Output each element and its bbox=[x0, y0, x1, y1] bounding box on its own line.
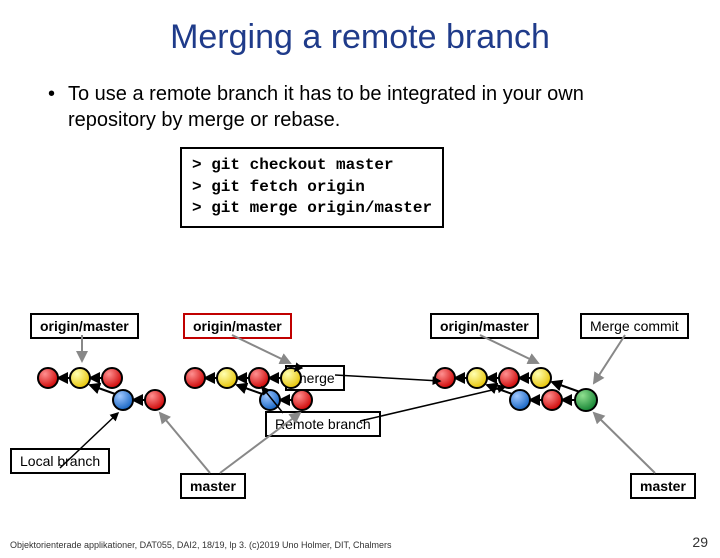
code-block: > git checkout master > git fetch origin… bbox=[180, 147, 444, 228]
page-number: 29 bbox=[692, 534, 708, 550]
diagram-area: origin/master origin/master origin/maste… bbox=[0, 313, 720, 483]
footer-text: Objektorienterade applikationer, DAT055,… bbox=[10, 540, 710, 550]
callout-arrows bbox=[0, 313, 720, 513]
bullet-text: To use a remote branch it has to be inte… bbox=[48, 81, 672, 133]
slide-title: Merging a remote branch bbox=[0, 18, 720, 57]
